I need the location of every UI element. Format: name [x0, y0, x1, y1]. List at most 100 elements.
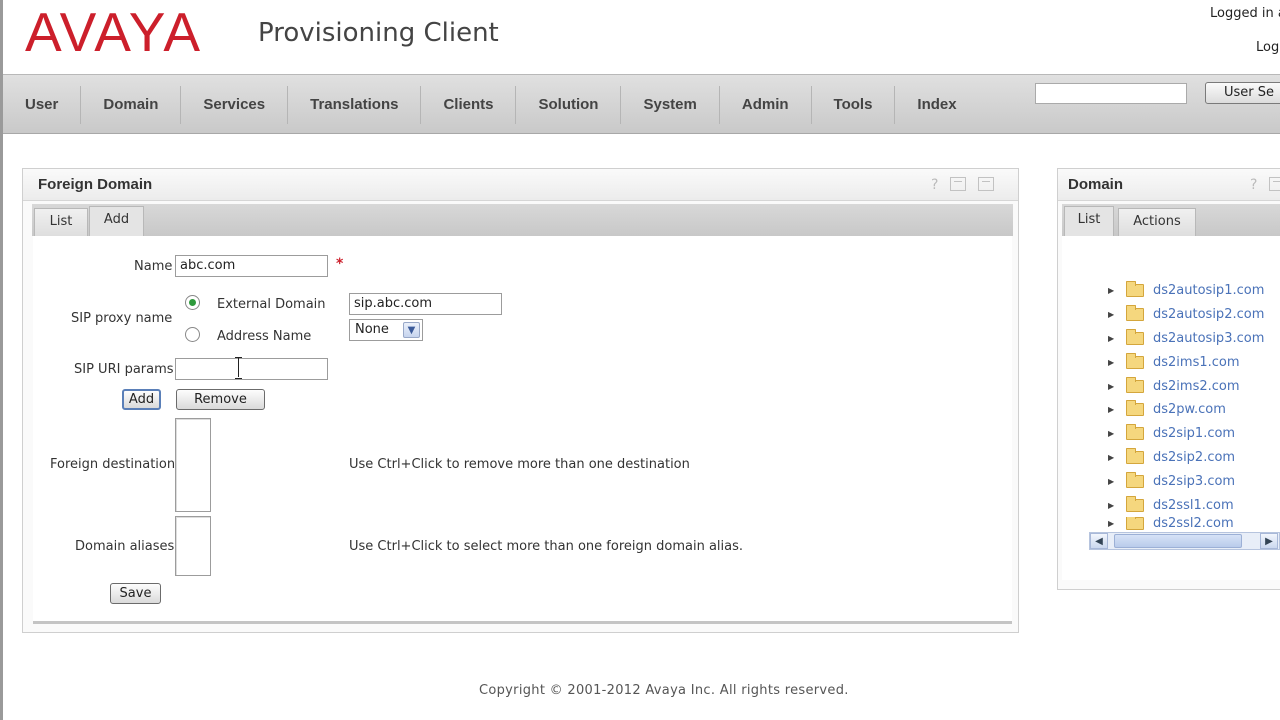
- folder-icon: [1126, 352, 1144, 369]
- tree-item-label[interactable]: ds2ims1.com: [1153, 355, 1240, 370]
- folder-icon: [1126, 447, 1144, 464]
- expand-icon[interactable]: ▶: [1108, 310, 1116, 319]
- nav-admin[interactable]: Admin: [720, 86, 812, 124]
- external-domain-input[interactable]: sip.abc.com: [349, 293, 502, 315]
- text-cursor-icon: [235, 357, 242, 379]
- copyright-footer: Copyright © 2001-2012 Avaya Inc. All rig…: [479, 683, 849, 698]
- expand-icon[interactable]: ▶: [1108, 477, 1116, 486]
- nav-clients[interactable]: Clients: [421, 86, 517, 124]
- tree-item-label[interactable]: ds2autosip1.com: [1153, 283, 1264, 298]
- name-input[interactable]: abc.com: [175, 255, 328, 277]
- add-button[interactable]: Add: [122, 389, 161, 410]
- tab-list[interactable]: List: [34, 208, 88, 236]
- domain-panel-tools: ?: [1250, 177, 1280, 193]
- expand-icon[interactable]: ▶: [1108, 334, 1116, 343]
- folder-icon: [1126, 376, 1144, 393]
- expand-icon[interactable]: ▶: [1108, 501, 1116, 510]
- foreign-destination-listbox[interactable]: [175, 418, 211, 512]
- expand-icon[interactable]: ▶: [1108, 429, 1116, 438]
- expand-icon[interactable]: ▶: [1108, 405, 1116, 414]
- sip-uri-params-input[interactable]: [175, 358, 328, 380]
- tree-item-label[interactable]: ds2ssl1.com: [1153, 498, 1234, 513]
- required-marker: *: [336, 256, 344, 272]
- tree-item[interactable]: ▶ ds2autosip2.com: [1108, 303, 1280, 327]
- expand-icon[interactable]: ▶: [1108, 358, 1116, 367]
- collapse-icon[interactable]: [950, 177, 967, 191]
- user-search-button[interactable]: User Se: [1205, 82, 1280, 104]
- main-navbar: User Domain Services Translations Client…: [3, 74, 1280, 134]
- tab-add[interactable]: Add: [89, 206, 144, 236]
- tree-item-label[interactable]: ds2pw.com: [1153, 402, 1226, 417]
- tab-domain-list[interactable]: List: [1064, 206, 1114, 236]
- tree-item[interactable]: ▶ ds2sip2.com: [1108, 446, 1280, 470]
- tree-item[interactable]: ▶ ds2autosip3.com: [1108, 327, 1280, 351]
- save-button[interactable]: Save: [110, 583, 161, 604]
- tree-item-label[interactable]: ds2autosip3.com: [1153, 331, 1264, 346]
- nav-tools[interactable]: Tools: [812, 86, 896, 124]
- expand-icon[interactable]: ▶: [1108, 382, 1116, 391]
- foreign-domain-panel-header: Foreign Domain ?: [23, 169, 1018, 201]
- expand-icon[interactable]: ▶: [1108, 453, 1116, 462]
- address-name-radio[interactable]: [185, 327, 200, 342]
- scroll-thumb[interactable]: [1114, 534, 1242, 548]
- scroll-right-icon[interactable]: ▶: [1260, 533, 1278, 549]
- sip-uri-params-label: SIP URI params: [74, 362, 174, 377]
- scroll-left-icon[interactable]: ◀: [1090, 533, 1108, 549]
- tree-item[interactable]: ▶ ds2ims1.com: [1108, 350, 1280, 374]
- tree-item[interactable]: ▶ ds2ssl1.com: [1108, 493, 1280, 517]
- address-name-select[interactable]: None ▼: [349, 319, 423, 341]
- tab-domain-actions[interactable]: Actions: [1118, 208, 1196, 236]
- domain-aliases-label: Domain aliases: [75, 539, 175, 554]
- folder-icon: [1126, 495, 1144, 512]
- maximize-icon[interactable]: [978, 177, 995, 191]
- address-name-label: Address Name: [217, 329, 312, 344]
- avaya-logo: AVAYA: [25, 1, 203, 63]
- tree-item-label[interactable]: ds2autosip2.com: [1153, 307, 1264, 322]
- nav-index[interactable]: Index: [895, 86, 978, 124]
- tree-item[interactable]: ▶ ds2ims2.com: [1108, 374, 1280, 398]
- foreign-destination-label: Foreign destination: [50, 457, 176, 472]
- collapse-icon[interactable]: [1269, 177, 1280, 191]
- remove-button[interactable]: Remove: [176, 389, 265, 410]
- external-domain-label: External Domain: [217, 297, 326, 312]
- expand-icon[interactable]: ▶: [1108, 519, 1116, 528]
- help-icon[interactable]: ?: [1250, 177, 1257, 193]
- nav-solution[interactable]: Solution: [516, 86, 622, 124]
- tree-item-label[interactable]: ds2sip2.com: [1153, 450, 1235, 465]
- sip-proxy-label: SIP proxy name: [71, 311, 173, 326]
- tree-item-label[interactable]: ds2ssl2.com: [1153, 517, 1234, 531]
- foreign-domain-panel-title: Foreign Domain: [38, 176, 153, 193]
- logout-link[interactable]: Log: [1256, 40, 1279, 55]
- tree-item[interactable]: ▶ ds2sip1.com: [1108, 422, 1280, 446]
- domain-tree: ▶ ds2autosip1.com ▶ ds2autosip2.com ▶ ds2au…: [1108, 279, 1280, 531]
- tree-item-label[interactable]: ds2ims2.com: [1153, 379, 1240, 394]
- user-search-input[interactable]: [1035, 83, 1187, 104]
- horizontal-scrollbar[interactable]: ◀ ▶: [1089, 532, 1280, 550]
- nav-translations[interactable]: Translations: [288, 86, 422, 124]
- nav-system[interactable]: System: [621, 86, 720, 124]
- nav-user[interactable]: User: [3, 86, 82, 124]
- folder-icon: [1126, 424, 1144, 441]
- expand-icon[interactable]: ▶: [1108, 286, 1116, 295]
- domain-aliases-listbox[interactable]: [175, 516, 211, 576]
- tree-item[interactable]: ▶ ds2autosip1.com: [1108, 279, 1280, 303]
- tree-item[interactable]: ▶ ds2pw.com: [1108, 398, 1280, 422]
- nav-menu: User Domain Services Translations Client…: [3, 75, 979, 135]
- help-icon[interactable]: ?: [931, 177, 938, 193]
- chevron-down-icon[interactable]: ▼: [403, 322, 420, 338]
- folder-icon: [1126, 400, 1144, 417]
- foreign-domain-tabbar: List Add: [32, 204, 1013, 236]
- tree-item-label[interactable]: ds2sip1.com: [1153, 426, 1235, 441]
- tree-item[interactable]: ▶ ds2sip3.com: [1108, 469, 1280, 493]
- folder-icon: [1126, 516, 1144, 531]
- logged-in-status: Logged in a: [1210, 6, 1280, 21]
- nav-services[interactable]: Services: [181, 86, 289, 124]
- tree-item-label[interactable]: ds2sip3.com: [1153, 474, 1235, 489]
- tree-item[interactable]: ▶ ds2ssl2.com: [1108, 516, 1280, 531]
- external-domain-radio[interactable]: [185, 295, 200, 310]
- nav-domain[interactable]: Domain: [81, 86, 182, 124]
- folder-icon: [1126, 328, 1144, 345]
- domain-panel-header: Domain ?: [1058, 169, 1280, 201]
- name-label: Name: [134, 259, 173, 274]
- folder-icon: [1126, 281, 1144, 298]
